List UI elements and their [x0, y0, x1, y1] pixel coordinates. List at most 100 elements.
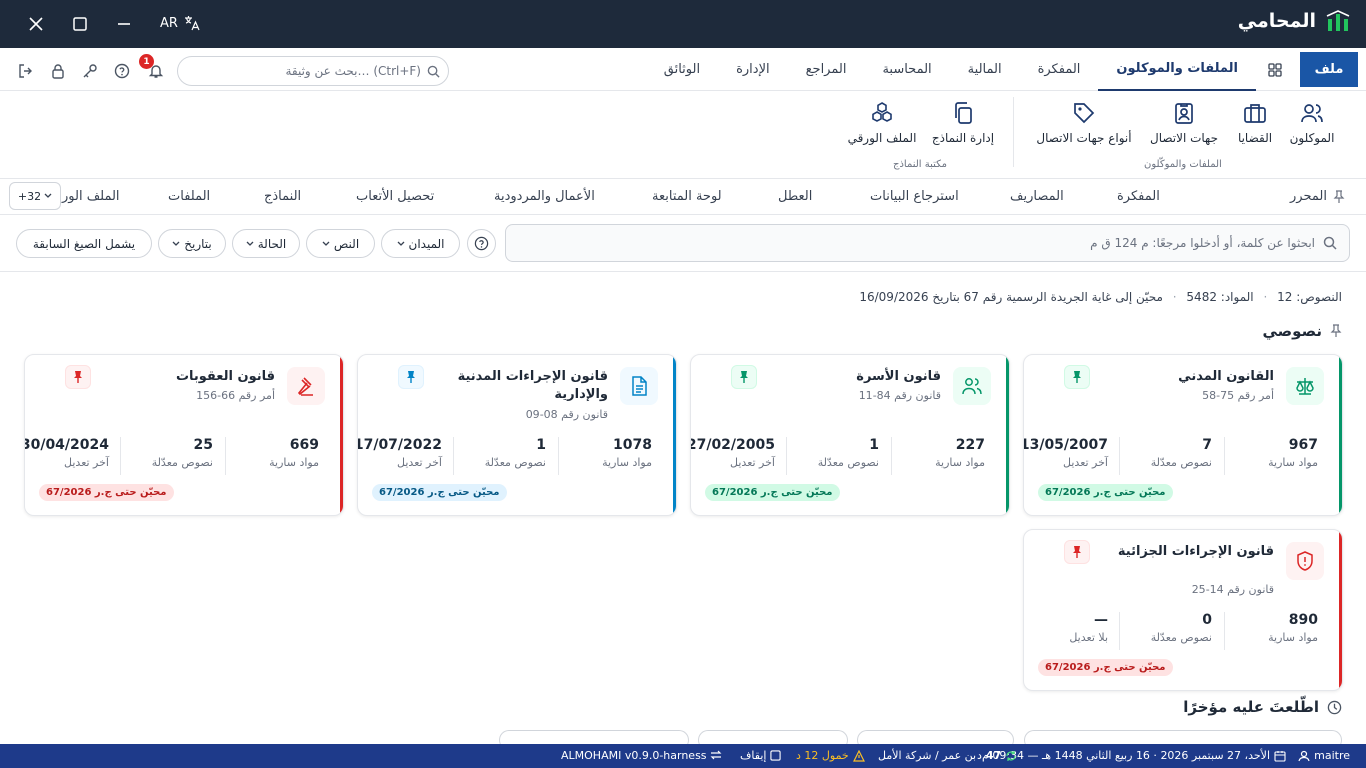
status-idle-text: خمول 12 د [796, 749, 849, 762]
tab-dashboard[interactable]: لوحة المتابعة [652, 189, 722, 204]
lock-icon [52, 64, 64, 79]
ribbon-contact-types-label: أنواع جهات الاتصال [1036, 131, 1132, 145]
apps-grid-button[interactable] [1268, 62, 1282, 77]
status-date-text: الأحد، 27 سبتمبر 2026 · 16 ربيع الثاني 1… [982, 749, 1270, 762]
menu-tab-files-clients[interactable]: الملفات والموكلون [1098, 48, 1256, 91]
tab-files[interactable]: الملفات [168, 189, 210, 204]
ribbon-contacts-button[interactable]: جهات الاتصال [1146, 101, 1222, 145]
law-card[interactable]: القانون المدني أمر رقم 75-58 967 مواد سارية… [1023, 354, 1343, 516]
card-title[interactable]: قانون العقوبات [95, 368, 275, 386]
card-title[interactable]: قانون الإجراءات الجزائية [1094, 543, 1274, 561]
card-title[interactable]: قانون الإجراءات المدنية والإدارية [428, 368, 608, 403]
close-window-button[interactable] [16, 0, 56, 48]
ribbon-cases-button[interactable]: القضايا [1230, 101, 1280, 145]
search-help-button[interactable] [467, 229, 496, 258]
ribbon-group-label-templates: مكتبة النماذج [893, 159, 948, 170]
help-button[interactable] [113, 62, 131, 80]
include-previous-versions-chip[interactable]: يشمل الصيغ السابقة [16, 229, 152, 258]
card-pin-button[interactable] [398, 365, 424, 389]
help-icon [114, 63, 130, 79]
filter-status-chip[interactable]: الحالة [232, 229, 300, 258]
card-icon-box [620, 367, 658, 405]
ribbon-cases-label: القضايا [1237, 131, 1273, 145]
ribbon-contact-types-button[interactable]: أنواع جهات الاتصال [1034, 101, 1134, 145]
stat-articles: 669 مواد سارية [239, 437, 319, 469]
document-search-input[interactable]: بحث عن وثيقة… (Ctrl+F) [177, 56, 449, 86]
pin-icon [407, 371, 415, 383]
tab-work-profitability[interactable]: الأعمال والمردودية [494, 189, 595, 204]
filter-domain-chip[interactable]: الميدان [381, 229, 460, 258]
menu-tab-accounting[interactable]: المحاسبة [864, 48, 949, 91]
filter-bar: ابحثوا عن كلمة، أو أدخلوا مرجعًا: م 124 … [0, 216, 1366, 272]
filter-date-chip[interactable]: بتاريخ [158, 229, 226, 258]
tab-editor[interactable]: المحرر [1290, 189, 1327, 204]
update-badge: محيّن حتى ج.ر 67/2026 [39, 484, 174, 501]
logout-button[interactable] [17, 62, 35, 80]
stat-last-update: 13/05/2007 آخر تعديل [1023, 437, 1108, 469]
search-icon [427, 65, 440, 78]
ribbon-clients-button[interactable]: الموكلون [1286, 101, 1338, 145]
key-button[interactable] [81, 62, 99, 80]
status-pause-button[interactable]: إيقاف [740, 749, 782, 762]
language-switcher[interactable]: AR [160, 15, 200, 31]
filter-date-label: بتاريخ [184, 236, 212, 251]
stat-amended: 1 نصوص معدّلة [466, 437, 546, 469]
maximize-window-button[interactable] [60, 0, 100, 48]
card-pin-button[interactable] [1064, 365, 1090, 389]
filter-text-chip[interactable]: النص [306, 229, 375, 258]
card-pin-button[interactable] [731, 365, 757, 389]
card-pin-button[interactable] [1064, 540, 1090, 564]
menu-tab-administration[interactable]: الإدارة [718, 48, 788, 91]
more-tabs-button[interactable]: +32 [9, 182, 61, 210]
stat-amended-value: 25 [193, 437, 213, 453]
ribbon-separator [1013, 97, 1014, 167]
tab-expenses[interactable]: المصاريف [1010, 189, 1064, 204]
law-search-input[interactable]: ابحثوا عن كلمة، أو أدخلوا مرجعًا: م 124 … [505, 224, 1350, 262]
card-title[interactable]: القانون المدني [1094, 368, 1274, 386]
translate-icon [184, 16, 200, 31]
status-refresh-button[interactable] [710, 749, 722, 761]
tab-paper-file[interactable]: الملف الور [62, 189, 120, 204]
status-user: maitre [1298, 749, 1350, 762]
card-title[interactable]: قانون الأسرة [761, 368, 941, 386]
stat-articles-label: مواد سارية [269, 456, 319, 469]
menu-tab-agenda[interactable]: المفكرة [1020, 48, 1099, 91]
file-menu-button[interactable]: ملف [1300, 52, 1358, 87]
tab-agenda[interactable]: المفكرة [1117, 189, 1160, 204]
law-card[interactable]: قانون الإجراءات المدنية والإدارية قانون ر… [357, 354, 677, 516]
menu-tab-references[interactable]: المراجع [788, 48, 865, 91]
law-card[interactable]: قانون الأسرة قانون رقم 84-11 227 مواد سارية… [690, 354, 1010, 516]
minimize-window-button[interactable] [104, 0, 144, 48]
card-pin-button[interactable] [65, 365, 91, 389]
lock-button[interactable] [49, 62, 67, 80]
tag-icon [1074, 103, 1095, 124]
law-card[interactable]: قانون العقوبات أمر رقم 66-156 669 مواد ساري… [24, 354, 344, 516]
stat-amended-label: نصوص معدّلة [817, 456, 879, 469]
document-tabs: المحرر المفكرة المصاريف استرجاع البيانات… [0, 180, 1366, 215]
pin-icon [1333, 190, 1345, 203]
ribbon-clients-label: الموكلون [1289, 131, 1335, 145]
ribbon-paper-file-button[interactable]: الملف الورقي [846, 101, 918, 145]
tab-data-retrieval[interactable]: استرجاع البيانات [870, 189, 959, 204]
pin-tab-icon[interactable] [1333, 190, 1345, 208]
status-version: ALMOHAMI v0.9.0-harness [561, 749, 707, 762]
stat-divider [225, 437, 226, 475]
tab-templates[interactable]: النماذج [264, 189, 301, 204]
stat-divider [786, 437, 787, 475]
stat-amended: 7 نصوص معدّلة [1132, 437, 1212, 469]
menu-tab-documents[interactable]: الوثائق [646, 48, 718, 91]
stat-amended: 0 نصوص معدّلة [1132, 612, 1212, 644]
clock-icon [1327, 700, 1342, 714]
tab-fee-collection[interactable]: تحصيل الأتعاب [356, 189, 434, 204]
stat-last-update-value: 13/05/2007 [1023, 437, 1108, 453]
update-badge: محيّن حتى ج.ر 67/2026 [705, 484, 840, 501]
tab-holidays[interactable]: العطل [778, 189, 812, 204]
copy-icon [955, 102, 972, 124]
law-card[interactable]: قانون الإجراءات الجزائية قانون رقم 14-25 8… [1023, 529, 1343, 691]
recent-heading: اطّلعتَ عليه مؤخرًا [1183, 698, 1342, 716]
ribbon-manage-templates-button[interactable]: إدارة النماذج [928, 101, 998, 145]
stat-last-update-label: آخر تعديل [730, 456, 775, 469]
stat-amended-value: 1 [869, 437, 879, 453]
menu-tab-finance[interactable]: المالية [950, 48, 1020, 91]
stat-last-update: 30/04/2024 آخر تعديل [25, 437, 109, 469]
